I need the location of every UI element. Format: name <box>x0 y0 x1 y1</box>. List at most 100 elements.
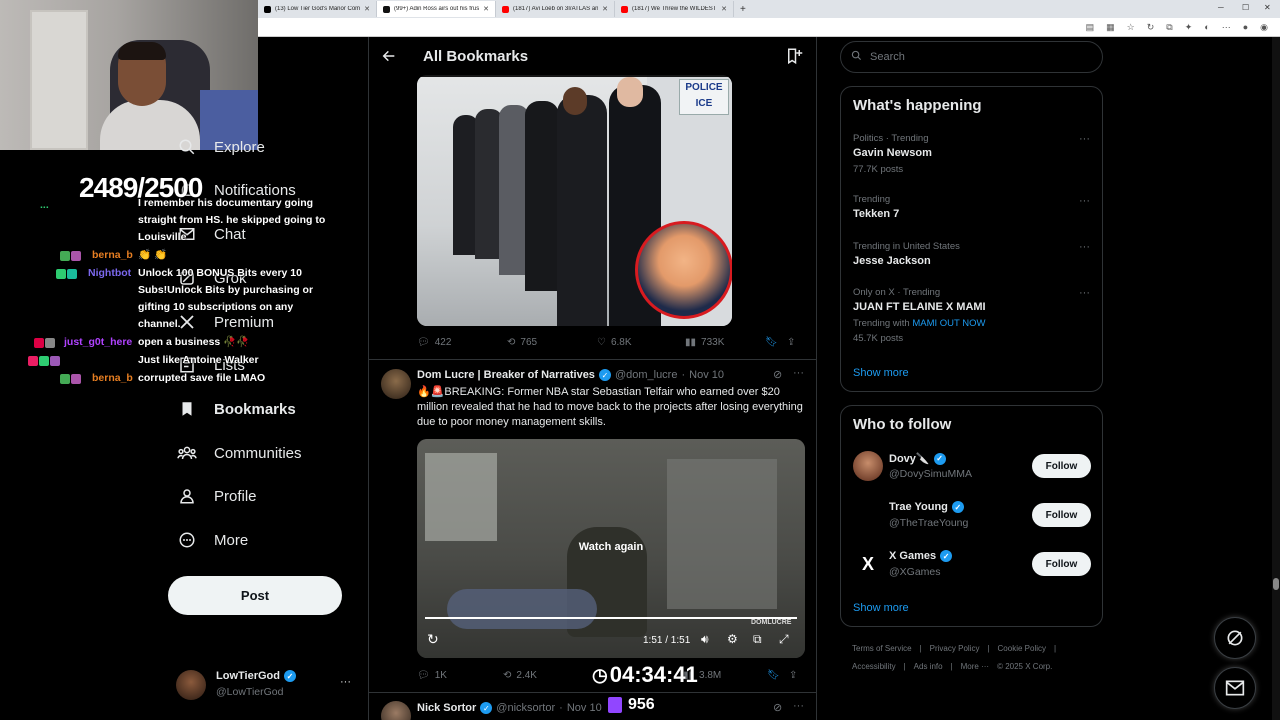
sidebar-item-profile[interactable]: Profile <box>176 485 257 507</box>
reply-button[interactable]: 💬︎ 1K <box>417 670 503 681</box>
chat-badges <box>60 374 81 384</box>
star-icon[interactable]: ☆ <box>1127 22 1135 33</box>
messages-fab-button[interactable] <box>1214 667 1256 709</box>
picture-in-picture-icon[interactable]: ⧉ <box>753 632 762 647</box>
trend-more-icon[interactable]: ··· <box>1079 195 1090 207</box>
tweet-image[interactable]: POLICE ICE <box>417 75 732 326</box>
share-button[interactable]: ⇪ <box>789 670 797 681</box>
edge-icon[interactable]: ◉ <box>1260 22 1268 33</box>
maximize-icon[interactable]: ☐ <box>1242 3 1249 12</box>
sidebar-item-bookmarks[interactable]: Bookmarks <box>176 398 296 420</box>
follow-button[interactable]: Follow <box>1032 503 1091 527</box>
sidebar-item-communities[interactable]: Communities <box>176 442 302 464</box>
chat-message: straight from HS. he skipped going to <box>138 214 326 226</box>
page-scrollbar[interactable] <box>1272 37 1280 720</box>
menu-icon[interactable]: ⋯ <box>1222 22 1231 33</box>
extension-icon[interactable]: ◐ <box>1204 22 1209 33</box>
chat-message: 👏 👏 <box>138 249 168 261</box>
tweet-author[interactable]: Dom Lucre | Breaker of Narratives ✓ @dom… <box>417 369 724 381</box>
refresh-icon[interactable]: ↻ <box>1147 22 1155 33</box>
x-favicon-icon <box>264 5 271 13</box>
trend-more-icon[interactable]: ··· <box>1079 133 1090 145</box>
repost-button[interactable]: ⟲ 2.4K <box>503 670 589 681</box>
chat-username: just_g0t_here <box>64 336 133 348</box>
panel-title: Who to follow <box>853 416 952 433</box>
browser-tab[interactable]: (1817) Avi Loeb on 3I/ATLAS and ✕ <box>496 1 615 17</box>
close-tab-icon[interactable]: ✕ <box>721 5 727 13</box>
replay-icon[interactable]: ↻ <box>427 631 439 648</box>
browser-toolbar-icons: ▤ ▦ ☆ ↻ ⧉ ✦ ◐ ⋯ ● ◉ <box>1086 22 1268 33</box>
follow-button[interactable]: Follow <box>1032 552 1091 576</box>
close-tab-icon[interactable]: ✕ <box>364 5 370 13</box>
watch-again-overlay[interactable]: Watch again <box>417 541 805 553</box>
new-tab-button[interactable]: + <box>734 4 746 15</box>
tweet-more-icon[interactable]: ··· <box>793 700 804 712</box>
fullscreen-icon[interactable]: ⤢ <box>779 632 789 647</box>
show-more-link[interactable]: Show more <box>853 602 909 614</box>
trend-more-icon[interactable]: ··· <box>1079 287 1090 299</box>
bookmark-button[interactable]: 🔖︎ <box>765 337 787 348</box>
avatar[interactable] <box>381 369 411 399</box>
close-tab-icon[interactable]: ✕ <box>483 5 489 13</box>
video-progress-track[interactable] <box>425 617 797 619</box>
footer-link[interactable]: Privacy Policy <box>930 644 980 653</box>
volume-icon[interactable]: 🔊︎ <box>701 632 709 647</box>
follow-button[interactable]: Follow <box>1032 454 1091 478</box>
copy-icon[interactable]: ⧉ <box>1166 22 1172 33</box>
whats-happening-panel: What's happening Politics · Trending Gav… <box>840 86 1103 392</box>
repost-button[interactable]: ⟲ 765 <box>507 337 597 348</box>
video-progress-fill <box>425 617 797 619</box>
person-icon <box>176 485 198 507</box>
show-more-link[interactable]: Show more <box>853 367 909 379</box>
trending-with-link[interactable]: MAMI OUT NOW <box>912 318 985 329</box>
minimize-icon[interactable]: ─ <box>1218 3 1224 12</box>
settings-gear-icon[interactable]: ⚙ <box>727 632 738 646</box>
browser-tab[interactable]: (1817) We Threw the WILDEST Yo ✕ <box>615 1 734 17</box>
browser-address-bar[interactable]: ▤ ▦ ☆ ↻ ⧉ ✦ ◐ ⋯ ● ◉ <box>258 18 1280 37</box>
extension-icon[interactable]: ✦ <box>1185 22 1193 33</box>
chat-message: Louisville <box>138 231 187 243</box>
back-arrow-icon[interactable] <box>381 48 397 69</box>
grid-icon[interactable]: ▦ <box>1106 22 1115 33</box>
grok-icon[interactable]: ⊘ <box>773 368 782 381</box>
reader-icon[interactable]: ▤ <box>1086 22 1095 33</box>
footer-link[interactable]: More ··· <box>961 662 989 671</box>
footer-link[interactable]: Accessibility <box>852 662 896 671</box>
footer-link[interactable]: Terms of Service <box>852 644 912 653</box>
share-button[interactable]: ⇪ <box>787 337 795 348</box>
account-name: LowTierGod ✓ <box>216 670 296 682</box>
avatar[interactable] <box>381 701 411 720</box>
footer-link[interactable]: Ads info <box>914 662 943 671</box>
grok-fab-button[interactable] <box>1214 617 1256 659</box>
sidebar-item-more[interactable]: More <box>176 529 248 551</box>
sidebar-item-explore[interactable]: Explore <box>176 136 265 158</box>
close-tab-icon[interactable]: ✕ <box>602 5 608 13</box>
more-circle-icon <box>176 529 198 551</box>
bookmarks-timeline[interactable]: All Bookmarks POLICE ICE 💬︎ 422 ⟲ 765 ♡ 6.8… <box>368 37 817 720</box>
tweet-video[interactable]: Watch again DOMLUCRE ↻ 1:51 / 1:51 🔊︎ ⚙ … <box>417 439 805 658</box>
scrollbar-thumb[interactable] <box>1273 578 1279 590</box>
search-input[interactable]: Search <box>840 41 1103 73</box>
trend-more-icon[interactable]: ··· <box>1079 241 1090 253</box>
views-button[interactable]: ▮▮ 733K <box>685 337 765 348</box>
tweet-author[interactable]: Nick Sortor ✓ @nicksortor · Nov 10 <box>417 702 602 714</box>
who-to-follow-panel: Who to follow Dovy🔪 ✓ @DovySimuMMA Follow… <box>840 405 1103 627</box>
grok-icon[interactable]: ⊘ <box>773 701 782 714</box>
tweet-more-icon[interactable]: ··· <box>793 367 804 379</box>
chat-badges <box>34 338 55 348</box>
bookmark-button[interactable]: 🔖︎ <box>767 670 789 681</box>
profile-icon[interactable]: ● <box>1243 22 1248 33</box>
like-button[interactable]: ♡ 6.8K <box>597 337 685 348</box>
reply-button[interactable]: 💬︎ 422 <box>417 337 507 348</box>
verified-badge-icon: ✓ <box>940 550 953 562</box>
close-window-icon[interactable]: ✕ <box>1264 3 1271 12</box>
bookmark-add-icon[interactable] <box>785 47 803 70</box>
post-button[interactable]: Post <box>168 576 342 615</box>
browser-tab[interactable]: (13) Low Tier God's Manor Comm ✕ <box>258 1 377 17</box>
police-ice-sign: POLICE ICE <box>679 79 729 115</box>
chat-badges <box>56 269 77 279</box>
account-more-icon[interactable]: ··· <box>340 676 351 688</box>
footer-link[interactable]: Cookie Policy <box>998 644 1046 653</box>
account-switcher[interactable]: LowTierGod ✓ @LowTierGod ··· <box>176 668 356 702</box>
browser-tab[interactable]: (99+) Adin Ross airs out his frustra ✕ <box>377 1 496 17</box>
